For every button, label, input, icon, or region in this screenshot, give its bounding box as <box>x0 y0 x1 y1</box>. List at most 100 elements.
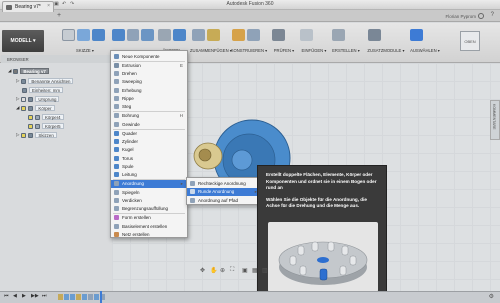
menu-item-spiegeln[interactable]: Spiegeln <box>111 188 187 196</box>
menu-item-basiselement-erstellen[interactable]: Basiselement erstellen <box>111 222 187 230</box>
menu-item-bohrung[interactable]: Bohrung H <box>111 112 187 120</box>
display-settings-icon[interactable]: ▣ <box>242 267 248 274</box>
expand-arrow-icon[interactable]: ▷ <box>16 132 19 138</box>
timeline-feature-icon[interactable] <box>94 294 99 300</box>
visibility-toggle-icon[interactable] <box>21 132 27 138</box>
menu-item-begrenzungsauffüllung[interactable]: Begrenzungsauffüllung <box>111 204 187 212</box>
menu-item-drehen[interactable]: Drehen <box>111 70 187 78</box>
browser-title: BROWSER <box>7 57 29 62</box>
rectangle-icon <box>92 29 105 41</box>
workspace-switcher-button[interactable]: MODELL ▾ <box>2 30 44 52</box>
menu-item-verdicken[interactable]: Verdicken <box>111 196 187 204</box>
visibility-toggle-icon[interactable] <box>28 114 33 120</box>
menu-item-zylinder[interactable]: Zylinder <box>111 138 187 146</box>
timeline-feature-icon[interactable] <box>88 294 93 300</box>
menu-item-extrusion[interactable]: Extrusion E <box>111 61 187 69</box>
menu-item-rippe[interactable]: Rippe <box>111 94 187 102</box>
job-status-icon[interactable] <box>478 13 484 19</box>
inner-ring-body[interactable] <box>231 149 253 171</box>
timeline-feature-icon[interactable] <box>64 294 69 300</box>
timeline-settings-icon[interactable]: ⚙ <box>489 293 494 300</box>
timeline-forward-button[interactable]: ▶▶ <box>31 293 39 299</box>
rectangular-pattern-icon <box>190 180 195 186</box>
timeline-back-button[interactable]: ◀ <box>13 293 19 299</box>
timeline-play-button[interactable]: ▶ <box>22 293 28 299</box>
expand-arrow-icon[interactable]: ◢ <box>8 68 11 74</box>
browser-node-named-views[interactable]: ▷ Benannte Ansichten <box>16 78 74 84</box>
viewports-icon[interactable]: ▥ <box>262 267 268 274</box>
menu-item-gewinde[interactable]: Gewinde <box>111 120 187 128</box>
visibility-toggle-icon[interactable] <box>21 105 27 111</box>
timeline-start-button[interactable]: ⏮ <box>4 293 10 299</box>
timeline-feature-icon[interactable] <box>70 294 75 300</box>
toolbar-group-inspect[interactable]: PRÜFEN ▾ <box>270 24 298 62</box>
toolbar-group-addins[interactable]: ZUSATZMODULE ▾ <box>366 24 406 62</box>
new-tab-button[interactable]: + <box>57 12 61 19</box>
expand-arrow-icon[interactable]: ▷ <box>16 78 19 84</box>
menu-item-anordnung[interactable]: Anordnung ▸ <box>111 179 187 188</box>
toolbar-group-insert[interactable]: EINFÜGEN ▾ <box>298 24 330 62</box>
visibility-toggle-icon[interactable] <box>13 68 19 74</box>
toolbar-group-select[interactable]: AUSWÄHLEN ▾ <box>408 24 442 62</box>
menu-item-quader[interactable]: Quader <box>111 129 187 137</box>
menu-item-form-erstellen[interactable]: Form erstellen <box>111 214 187 222</box>
menu-item-torus[interactable]: Torus <box>111 154 187 162</box>
timeline-features[interactable] <box>58 294 110 300</box>
menu-item-rectangular-pattern[interactable]: Rechteckige Anordnung <box>187 179 261 187</box>
scripts-icon <box>368 29 381 41</box>
timeline-feature-icon[interactable] <box>58 294 63 300</box>
help-icon[interactable]: ? <box>491 12 494 18</box>
press-pull-icon <box>158 29 171 41</box>
expand-arrow-icon[interactable]: ▷ <box>16 96 19 102</box>
browser-node-root[interactable]: ◢ Bearing v7 <box>8 68 49 74</box>
menu-item-circular-pattern[interactable]: Runde Anordnung ▸ <box>187 187 261 196</box>
comments-panel-tab[interactable]: KOMMENTARE <box>490 100 500 140</box>
menu-item-icon <box>114 87 119 93</box>
browser-node-units[interactable]: Einheiten: mm <box>22 87 64 93</box>
menu-item-label: Spule <box>122 163 134 169</box>
timeline-end-button[interactable]: ⏭ <box>42 293 48 299</box>
toolbar-group-assemble[interactable]: ZUSAMMENFÜGEN ▾ <box>190 24 232 62</box>
pan-icon[interactable]: ✋ <box>210 267 217 274</box>
view-cube[interactable]: OBEN <box>455 26 485 56</box>
menu-item-erhebung[interactable]: Erhebung <box>111 86 187 94</box>
browser-node-label: Körper <box>35 105 55 111</box>
visibility-toggle-icon[interactable] <box>28 123 33 129</box>
grid-settings-icon[interactable]: ▦ <box>252 267 258 274</box>
visibility-toggle-icon[interactable] <box>21 96 27 102</box>
timeline-feature-icon[interactable] <box>76 294 81 300</box>
menu-item-steg[interactable]: Steg <box>111 102 187 110</box>
menu-item-kugel[interactable]: Kugel <box>111 146 187 154</box>
menu-item-icon <box>114 163 119 169</box>
browser-node-sketches[interactable]: ▷ Skizzen <box>16 132 57 138</box>
menu-item-label: Torus <box>122 155 134 161</box>
menu-item-spule[interactable]: Spule <box>111 162 187 170</box>
close-tab-icon[interactable]: × <box>47 3 50 9</box>
timeline-feature-icon[interactable] <box>82 294 87 300</box>
menu-item-sweeping[interactable]: Sweeping <box>111 78 187 86</box>
user-name[interactable]: Florian Pyprom <box>445 14 476 19</box>
browser-node-body5[interactable]: Körper5 <box>28 123 64 129</box>
expand-arrow-icon[interactable]: ◢ <box>16 105 19 111</box>
browser-node-origin[interactable]: ▷ Ursprung <box>16 96 60 102</box>
new-component-icon <box>192 29 205 41</box>
document-tab[interactable]: Bearing v7* × <box>2 1 54 12</box>
toolbar-group-label: ERSTELLEN ▾ <box>332 48 360 53</box>
toolbar-group-construct[interactable]: KONSTRUIEREN ▾ <box>230 24 268 62</box>
menu-item-icon <box>114 197 119 203</box>
browser-node-bodies[interactable]: ◢ Körper <box>16 105 55 111</box>
menu-item-neue-komponente[interactable]: Neue Komponente <box>111 52 187 60</box>
menu-item-pattern-on-path[interactable]: Anordnung auf Pfad <box>187 196 261 204</box>
pattern-on-path-icon <box>190 197 195 203</box>
menu-item-leitung[interactable]: Leitung <box>111 170 187 178</box>
zoom-icon[interactable]: ⊕ <box>220 267 225 274</box>
timeline-marker[interactable] <box>100 291 102 303</box>
browser-header[interactable]: BROWSER <box>1 55 112 63</box>
fit-icon[interactable]: ⛶ <box>230 267 234 274</box>
measure-icon <box>272 29 285 41</box>
browser-node-body4[interactable]: Körper4 <box>28 114 64 120</box>
toolbar-group-label: EINFÜGEN ▾ <box>301 48 327 53</box>
orbit-icon[interactable]: ✥ <box>200 267 205 274</box>
toolbar-group-make[interactable]: ERSTELLEN ▾ <box>330 24 362 62</box>
menu-item-netz-erstellen[interactable]: Netz erstellen <box>111 230 187 238</box>
